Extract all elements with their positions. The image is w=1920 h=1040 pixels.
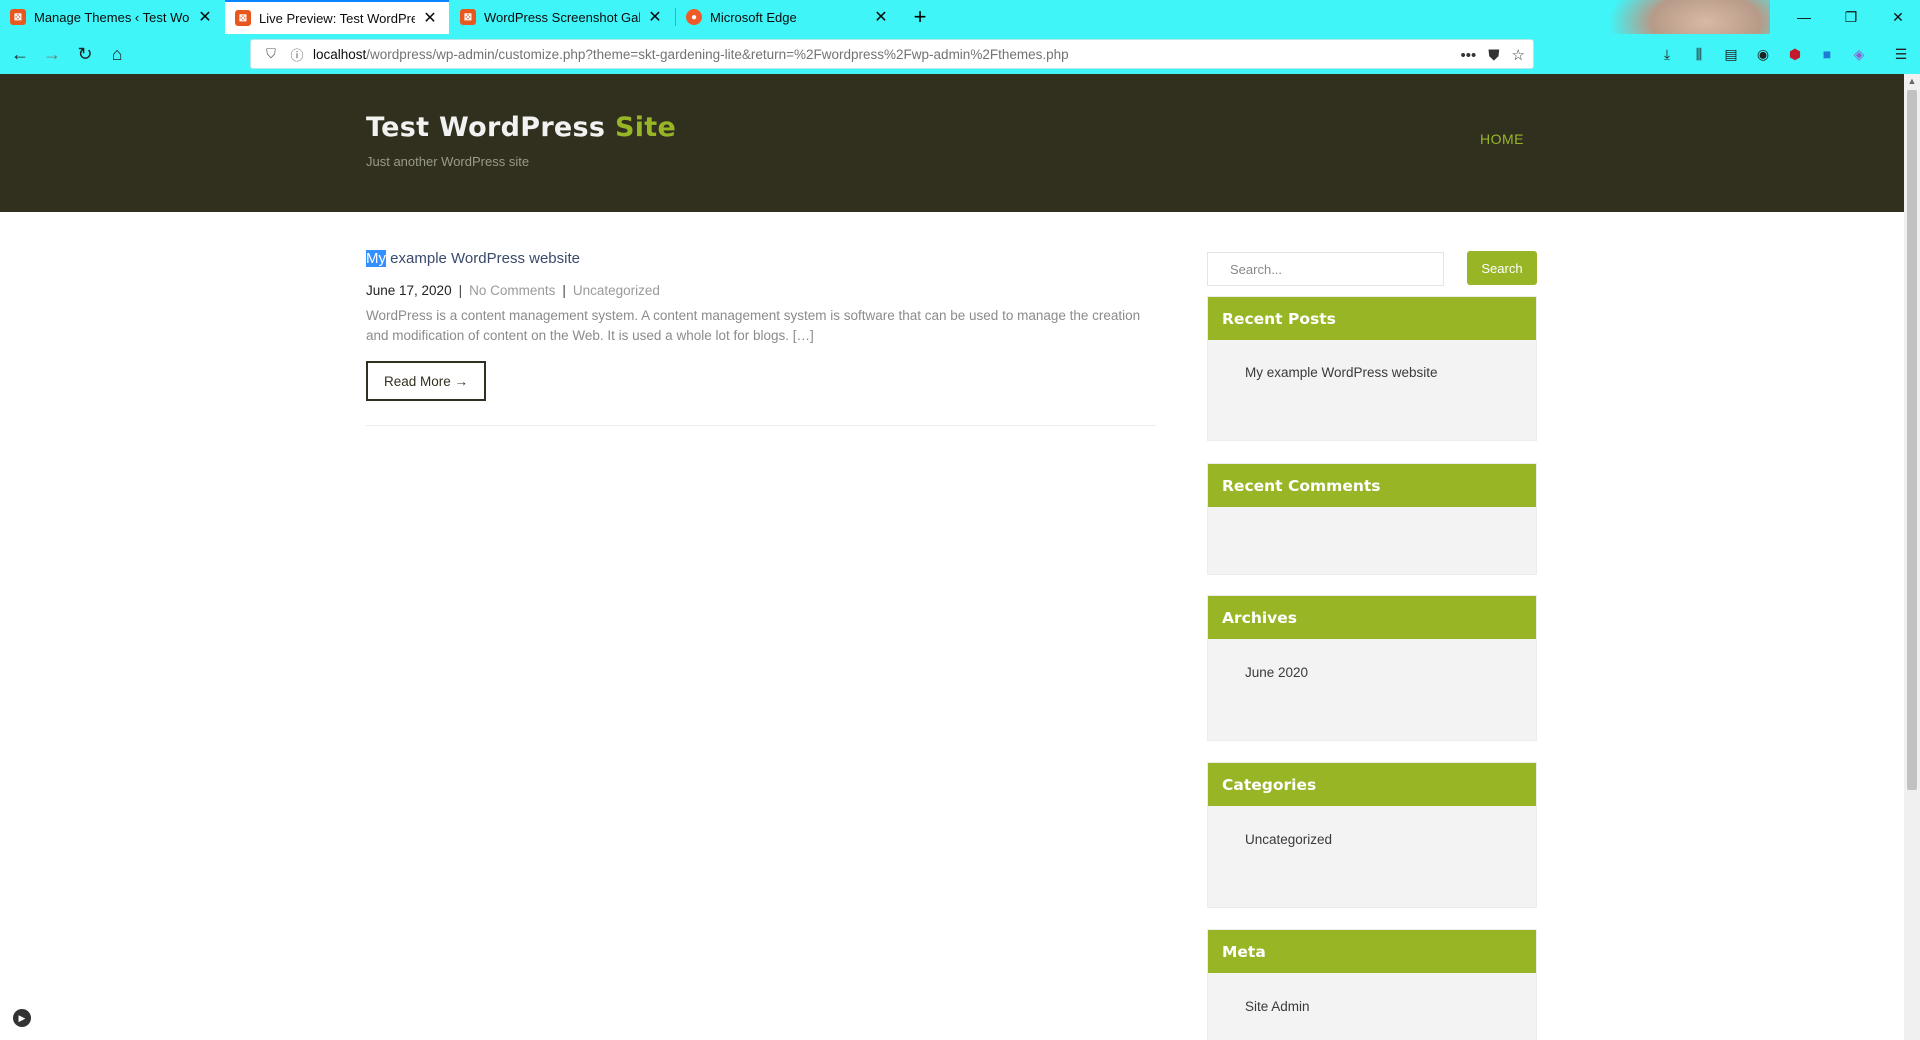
scrollbar-thumb[interactable] [1907, 90, 1917, 790]
page-scrollbar[interactable]: ▲ [1904, 74, 1920, 1040]
site-info-icon[interactable]: ⓘ [287, 45, 307, 64]
restore-icon[interactable]: ❐ [1829, 0, 1873, 34]
widget-title: Meta [1208, 930, 1536, 973]
new-tab-button[interactable]: + [905, 0, 935, 34]
xampp-icon: ⊠ [10, 9, 26, 25]
post-comments-link[interactable]: No Comments [469, 283, 555, 298]
tracking-shield-icon[interactable]: ⛉ [261, 46, 281, 62]
reader-view-icon[interactable]: ▤ [1721, 44, 1741, 64]
url-path: /wordpress/wp-admin/customize.php?theme=… [366, 46, 1069, 62]
meta-separator: | [562, 283, 566, 298]
close-icon[interactable]: ✕ [196, 7, 214, 27]
post-divider [366, 425, 1156, 426]
scroll-up-icon[interactable]: ▲ [1904, 74, 1920, 88]
tab-title: Manage Themes ‹ Test WordPr [34, 9, 190, 25]
widget-categories: Categories Uncategorized [1207, 762, 1537, 908]
post-title-rest: example WordPress website [386, 250, 580, 267]
meta-separator: | [458, 283, 463, 298]
url-bar[interactable]: ⛉ ⓘ localhost/wordpress/wp-admin/customi… [250, 39, 1534, 69]
page-viewport: Test WordPress Site Just another WordPre… [0, 74, 1904, 1040]
widget-title: Archives [1208, 596, 1536, 639]
site-title-main: Test WordPress [366, 112, 615, 143]
account-icon[interactable]: ◉ [1753, 44, 1773, 64]
reload-icon[interactable]: ↻ [71, 40, 99, 68]
widget-archives: Archives June 2020 [1207, 595, 1537, 741]
menu-icon[interactable]: ☰ [1891, 44, 1911, 64]
bookmark-star-icon[interactable]: ☆ [1512, 46, 1525, 64]
minimize-icon[interactable]: — [1782, 0, 1826, 34]
site-tagline: Just another WordPress site [366, 154, 530, 169]
meta-link[interactable]: Site Admin [1245, 999, 1310, 1014]
pocket-icon[interactable]: ⛊ [1488, 47, 1499, 64]
close-window-icon[interactable]: ✕ [1876, 0, 1920, 34]
library-icon[interactable]: ⫼ [1689, 44, 1709, 64]
widget-meta: Meta Site Admin [1207, 929, 1537, 1040]
navigation-toolbar: ← → ↻ ⌂ ⛉ ⓘ localhost/wordpress/wp-admin… [0, 34, 1920, 74]
search-input[interactable]: Search... [1207, 252, 1444, 286]
home-icon[interactable]: ⌂ [103, 40, 131, 68]
site-header: Test WordPress Site Just another WordPre… [0, 74, 1904, 212]
post-meta: June 17, 2020 | No Comments | Uncategorized [366, 283, 660, 298]
forward-icon[interactable]: → [38, 40, 66, 68]
close-icon[interactable]: ✕ [421, 8, 439, 28]
url-host: localhost [313, 46, 367, 62]
widget-recent-comments: Recent Comments [1207, 463, 1537, 575]
xampp-icon: ⊠ [235, 10, 251, 26]
post-category-link[interactable]: Uncategorized [573, 283, 660, 298]
widget-title: Recent Comments [1208, 464, 1536, 507]
tab-live-preview[interactable]: ⊠ Live Preview: Test WordPress Si ✕ [225, 0, 449, 34]
site-title[interactable]: Test WordPress Site [366, 112, 676, 143]
widget-recent-posts: Recent Posts My example WordPress websit… [1207, 296, 1537, 441]
customize-preview-icon[interactable]: ▶ [13, 1009, 31, 1027]
page-actions-icon[interactable]: ••• [1461, 47, 1477, 64]
extension-s-icon[interactable]: ■ [1817, 44, 1837, 64]
nav-item-home[interactable]: HOME [1480, 131, 1524, 147]
tab-title: Live Preview: Test WordPress Si [259, 10, 415, 26]
close-icon[interactable]: ✕ [872, 7, 890, 27]
tab-bar: ⊠ Manage Themes ‹ Test WordPr ✕ ⊠ Live P… [0, 0, 1920, 74]
widget-title: Recent Posts [1208, 297, 1536, 340]
close-icon[interactable]: ✕ [646, 7, 664, 27]
reddit-icon: ● [686, 9, 702, 25]
tab-screenshot-gallery[interactable]: ⊠ WordPress Screenshot Gallery ✕ [450, 0, 674, 34]
post-excerpt: WordPress is a content management system… [366, 308, 1141, 343]
tab-title: WordPress Screenshot Gallery [484, 9, 640, 25]
read-more-button[interactable]: Read More → [366, 361, 486, 401]
recent-post-link[interactable]: My example WordPress website [1245, 365, 1438, 380]
extension-location-icon[interactable]: ◈ [1849, 44, 1869, 64]
xampp-icon: ⊠ [460, 9, 476, 25]
downloads-icon[interactable]: ⤓ [1657, 44, 1677, 64]
post-title-link[interactable]: My example WordPress website [366, 250, 580, 267]
category-link[interactable]: Uncategorized [1245, 832, 1332, 847]
tab-title: Microsoft Edge [710, 9, 797, 25]
tab-manage-themes[interactable]: ⊠ Manage Themes ‹ Test WordPr ✕ [0, 0, 224, 34]
back-icon[interactable]: ← [6, 40, 34, 68]
tab-microsoft-edge[interactable]: ● Microsoft Edge ✕ [676, 0, 900, 34]
post-date: June 17, 2020 [366, 283, 452, 298]
site-title-accent: Site [615, 112, 677, 143]
archive-link[interactable]: June 2020 [1245, 665, 1308, 680]
ublock-icon[interactable]: ⬢ [1785, 44, 1805, 64]
post-title-selected: My [366, 250, 386, 267]
widget-title: Categories [1208, 763, 1536, 806]
search-button[interactable]: Search [1467, 251, 1537, 285]
